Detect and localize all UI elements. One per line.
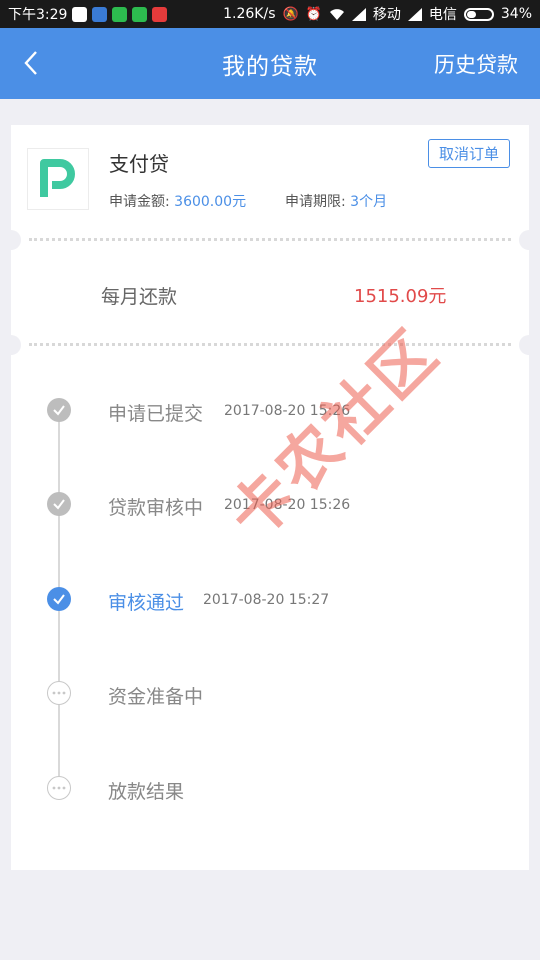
amount-value: 3600.00元 (174, 194, 247, 210)
step-time: 2017-08-20 15:26 (224, 403, 351, 419)
mail-icon (92, 6, 108, 22)
step-time: 2017-08-20 15:27 (203, 592, 330, 608)
step-label: 审核通过 (108, 592, 185, 614)
weibo-icon (152, 6, 168, 22)
check-icon (53, 405, 65, 416)
battery-percent: 34% (500, 6, 532, 22)
check-icon (53, 499, 65, 510)
cancel-order-button[interactable]: 取消订单 (428, 139, 510, 168)
monthly-payment-label: 每月还款 (101, 286, 178, 308)
term-meta: 申请期限: 3个月 (285, 191, 387, 211)
signal-icon-2 (407, 7, 422, 21)
loan-card: 支付贷 取消订单 申请金额: 3600.00元 申请期限: 3个月 每月还款 1… (1, 125, 539, 870)
term-value: 3个月 (350, 194, 388, 210)
wifi-icon (329, 8, 344, 20)
ellipsis-icon (52, 691, 66, 695)
ticket-notch (1, 230, 21, 250)
loan-name: 支付贷 (109, 152, 169, 176)
step-done-icon (47, 492, 71, 516)
mute-icon: 🔕 (282, 6, 299, 22)
step-label: 贷款审核中 (108, 497, 204, 519)
step-pending-icon (47, 776, 71, 800)
amount-meta: 申请金额: 3600.00元 (109, 191, 246, 211)
step-time: 2017-08-20 15:26 (224, 497, 351, 513)
check-icon (53, 594, 65, 605)
dotted-divider (29, 238, 511, 241)
phone-icon (132, 6, 148, 22)
history-loans-button[interactable]: 历史贷款 (434, 28, 518, 99)
nav-bar: 我的贷款 历史贷款 (0, 28, 540, 99)
dotted-divider (29, 343, 511, 346)
amount-label: 申请金额: (109, 194, 170, 210)
term-label: 申请期限: (285, 194, 346, 210)
battery-icon (463, 7, 494, 21)
step-pending-icon (47, 681, 71, 705)
alarm-icon: ⏰ (305, 6, 322, 22)
monthly-payment-value: 1515.09元 (354, 286, 447, 307)
p-logo-icon (40, 159, 75, 197)
status-time: 下午3:29 (8, 7, 68, 23)
step-label: 放款结果 (108, 781, 185, 803)
ticket-notch (519, 230, 539, 250)
battery-fill (466, 10, 476, 18)
carrier-1: 移动 (372, 7, 401, 23)
step-label: 资金准备中 (108, 686, 204, 708)
step-label: 申请已提交 (108, 403, 204, 425)
step-done-icon (47, 398, 71, 422)
ellipsis-icon (52, 786, 66, 790)
step-active-icon (47, 587, 71, 611)
carrier-2: 电信 (428, 7, 457, 23)
status-bar: 下午3:29 1.26K/s 🔕 ⏰ 移动 电信 34% (0, 0, 540, 28)
network-speed: 1.26K/s (223, 6, 276, 22)
loan-logo (27, 148, 89, 210)
signal-icon (351, 7, 366, 21)
wechat-icon (112, 6, 128, 22)
ticket-notch (1, 335, 21, 355)
ticket-notch (519, 335, 539, 355)
qq-icon (72, 6, 88, 22)
